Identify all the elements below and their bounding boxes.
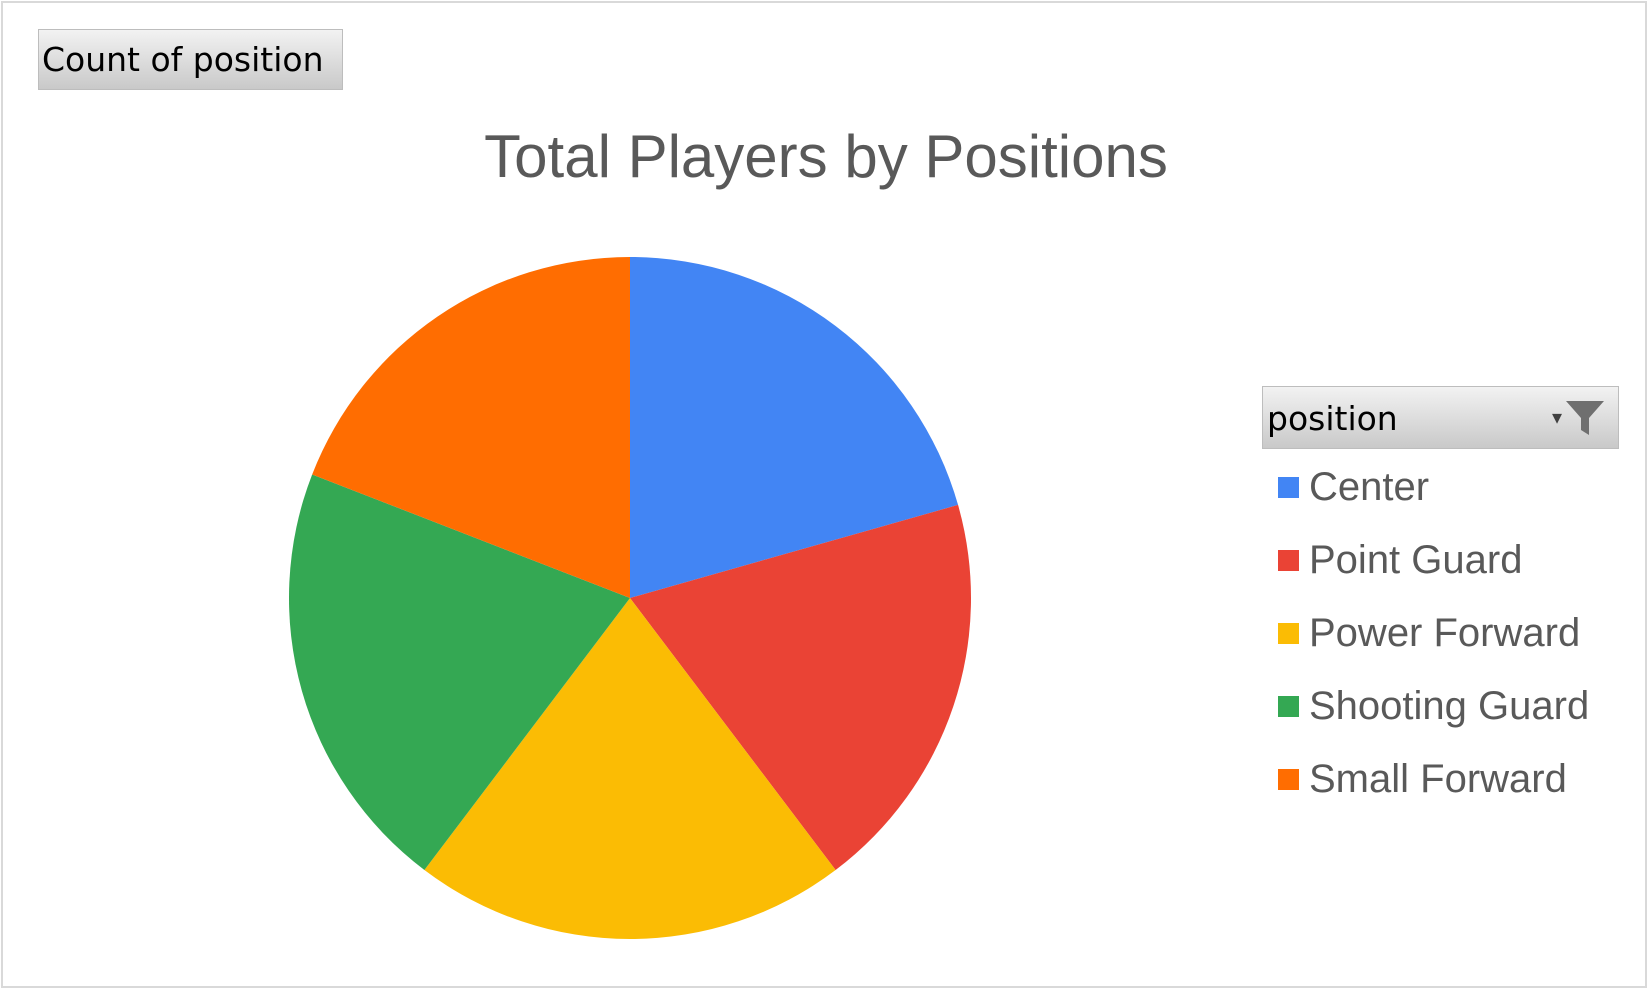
chevron-down-icon[interactable]: ▾ (1552, 405, 1562, 429)
legend-label-power-forward: Power Forward (1309, 610, 1581, 655)
legend-label-shooting-guard: Shooting Guard (1309, 683, 1590, 728)
position-filter-button[interactable]: position ▾ (1262, 386, 1619, 449)
legend-swatch-power-forward (1278, 622, 1299, 644)
legend-label-center: Center (1309, 464, 1430, 509)
funnel-icon[interactable] (1564, 397, 1606, 439)
legend-label-point-guard: Point Guard (1309, 537, 1523, 582)
legend-item-small-forward: Small Forward (1278, 757, 1567, 801)
legend-item-power-forward: Power Forward (1278, 611, 1580, 655)
legend-label-small-forward: Small Forward (1309, 756, 1567, 801)
legend-item-center: Center (1278, 465, 1429, 509)
chart-page: Count of position Total Players by Posit… (0, 0, 1652, 993)
legend-item-shooting-guard: Shooting Guard (1278, 684, 1589, 728)
legend-item-point-guard: Point Guard (1278, 538, 1522, 582)
legend-swatch-small-forward (1278, 768, 1299, 790)
position-filter-label: position (1267, 399, 1398, 438)
legend-swatch-center (1278, 476, 1299, 498)
legend-swatch-shooting-guard (1278, 695, 1299, 717)
legend-swatch-point-guard (1278, 549, 1299, 571)
